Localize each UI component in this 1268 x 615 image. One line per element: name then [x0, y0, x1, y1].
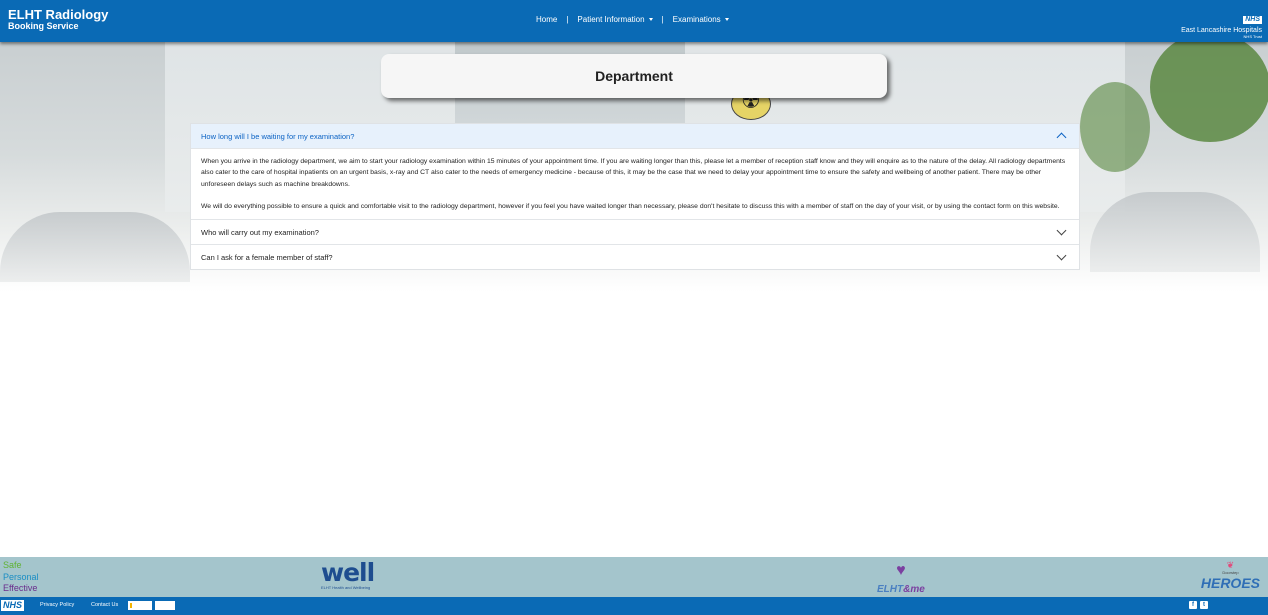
brand-subtitle: Booking Service [8, 21, 79, 31]
elht-and-me-logo[interactable]: ♥ ELHT&me [877, 563, 925, 597]
heroes-word: HEROES [1200, 575, 1260, 591]
footer-logos-band: Safe Personal Effective well ELHT Health… [0, 557, 1268, 597]
waiting-chairs-image [1090, 192, 1260, 272]
heart-icon: ♥ [896, 562, 906, 579]
faq-item-waiting-time-body: When you arrive in the radiology departm… [191, 148, 1079, 219]
nav-home[interactable]: Home [536, 15, 557, 24]
trust-values-logo: Safe Personal Effective [3, 560, 39, 595]
faq-answer-paragraph: When you arrive in the radiology departm… [201, 158, 1066, 188]
accreditation-badge [128, 601, 152, 610]
faq-item-waiting-time-header[interactable]: How long will I be waiting for my examin… [191, 124, 1079, 148]
faq-question: Who will carry out my examination? [201, 227, 319, 237]
nav-patient-information-dropdown[interactable]: Patient Information [577, 15, 653, 24]
faq-question: Can I ask for a female member of staff? [201, 252, 333, 262]
trust-label: NHS Trust [1243, 34, 1262, 39]
top-navbar: ELHT Radiology Booking Service Home | Pa… [0, 0, 1268, 42]
page-title-card: Department [381, 54, 887, 98]
page-title: Department [595, 68, 673, 84]
caret-down-icon [724, 18, 729, 21]
trust-name: East Lancashire Hospitals [1181, 27, 1262, 34]
well-logo-word: well [321, 558, 375, 587]
faq-item-who-carries-out-header[interactable]: Who will carry out my examination? [191, 219, 1079, 244]
main-nav: Home | Patient Information | Examination… [536, 15, 729, 24]
brand-title: ELHT Radiology [8, 7, 109, 22]
chevron-down-icon [1056, 225, 1067, 236]
nav-examinations-dropdown[interactable]: Examinations [673, 15, 729, 24]
nhs-logo: NHS [1243, 16, 1262, 24]
value-safe: Safe [3, 560, 22, 570]
contact-us-link[interactable]: Contact Us [91, 602, 118, 608]
nav-separator: | [661, 15, 664, 24]
elht-and-me-text: ELHT&me [877, 584, 925, 595]
doorstep-heroes-logo[interactable]: ❦ Doorstep HEROES [1201, 561, 1260, 593]
plant-image [1080, 82, 1150, 172]
faq-question: How long will I be waiting for my examin… [201, 131, 355, 141]
nav-examinations-label: Examinations [672, 15, 721, 24]
well-logo[interactable]: well ELHT Health and Wellbeing [321, 558, 375, 591]
facebook-icon[interactable]: f [1189, 601, 1197, 609]
chevron-up-icon [1056, 132, 1067, 143]
nav-separator: | [566, 15, 569, 24]
faq-accordion: How long will I be waiting for my examin… [190, 123, 1080, 271]
twitter-icon[interactable]: t [1200, 601, 1208, 609]
waiting-chairs-image [0, 212, 190, 282]
nav-patient-information-label: Patient Information [577, 15, 645, 24]
well-logo-subtitle: ELHT Health and Wellbeing [321, 585, 371, 590]
privacy-policy-link[interactable]: Privacy Policy [40, 602, 74, 608]
butterfly-icon: ❦ [1226, 560, 1235, 570]
faq-item-female-staff-header[interactable]: Can I ask for a female member of staff? [191, 244, 1079, 269]
caret-down-icon [648, 18, 653, 21]
footer-bar: NHS Privacy Policy Contact Us f t [0, 597, 1268, 615]
accreditation-badge [155, 601, 175, 610]
faq-answer-paragraph: We will do everything possible to ensure… [201, 202, 1060, 210]
chevron-down-icon [1056, 250, 1067, 261]
plant-image [1150, 42, 1268, 142]
brand-logo[interactable]: ELHT Radiology Booking Service [8, 8, 108, 31]
badge-mark [130, 603, 132, 608]
trust-logo: NHS East Lancashire Hospitals NHS Trust [1181, 8, 1262, 39]
nhs-footer-logo: NHS [1, 600, 25, 611]
value-personal: Personal [3, 571, 39, 582]
value-effective: Effective [3, 583, 38, 593]
